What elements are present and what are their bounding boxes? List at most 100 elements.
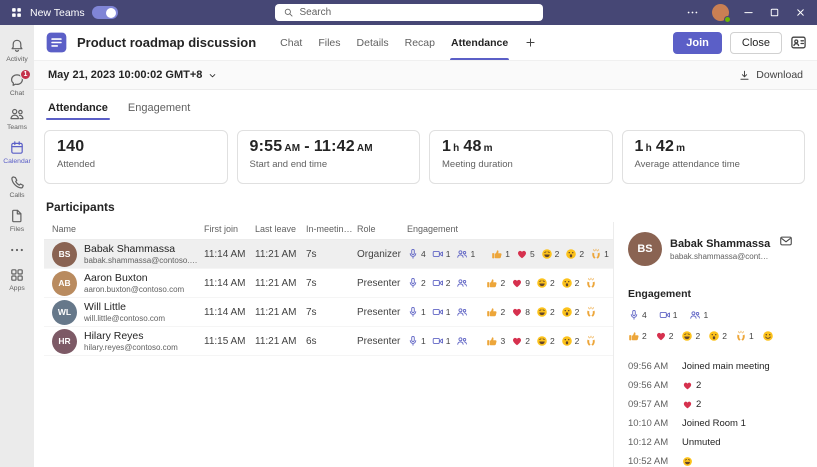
sidebar-item-files[interactable]: Files xyxy=(0,203,34,237)
download-button[interactable]: Download xyxy=(738,69,803,82)
clap-icon xyxy=(585,335,597,347)
tab-recap[interactable]: Recap xyxy=(397,25,443,60)
waffle-icon[interactable] xyxy=(10,6,23,19)
tab-chat[interactable]: Chat xyxy=(272,25,310,60)
camera-icon xyxy=(432,248,444,260)
engagement-count: 1 xyxy=(749,331,754,341)
join-button[interactable]: Join xyxy=(673,32,722,54)
engagement-cell: 113222 xyxy=(407,335,613,347)
avatar: AB xyxy=(52,271,77,296)
close-window-button[interactable] xyxy=(794,6,807,19)
column-header[interactable]: Name xyxy=(44,224,200,234)
new-teams-toggle[interactable] xyxy=(92,6,118,19)
sidebar-item-calls[interactable]: Calls xyxy=(0,169,34,203)
sidebar-item-activity[interactable]: Activity xyxy=(0,33,34,67)
engagement-stat: 2 xyxy=(681,330,700,341)
participant-name: Aaron Buxton xyxy=(84,272,184,284)
sidebar-item-teams[interactable]: Teams xyxy=(0,101,34,135)
attendance-panel-icon[interactable] xyxy=(790,34,807,51)
engagement-stat: 2 xyxy=(536,306,555,318)
participant-name: Will Little xyxy=(84,301,165,313)
sidebar-item-label: Activity xyxy=(6,56,28,63)
maximize-button[interactable] xyxy=(768,6,781,19)
laugh-icon xyxy=(541,248,553,260)
summary-card: 1h48mMeeting duration xyxy=(429,130,613,184)
engagement-count: 2 xyxy=(669,331,674,341)
timeline-entry: 09:56 AM2 xyxy=(628,380,793,391)
search-icon xyxy=(283,7,294,18)
table-row[interactable]: HRHilary Reyeshilary.reyes@contoso.com11… xyxy=(44,327,613,356)
column-header[interactable]: First join xyxy=(204,224,251,234)
mic-icon xyxy=(407,306,419,318)
table-row[interactable]: WLWill Littlewill.little@contoso.com11:1… xyxy=(44,298,613,327)
mic-icon xyxy=(628,309,640,321)
meeting-notes-icon xyxy=(46,32,67,53)
heart-icon xyxy=(655,330,667,341)
report-tab-attendance[interactable]: Attendance xyxy=(46,100,110,120)
session-date-picker[interactable]: May 21, 2023 10:00:02 GMT+8 xyxy=(48,69,218,81)
column-header[interactable]: Last leave xyxy=(255,224,302,234)
main-area: Product roadmap discussion ChatFilesDeta… xyxy=(34,25,817,467)
sidebar-item-label: Calendar xyxy=(3,158,31,165)
surprised-icon xyxy=(565,248,577,260)
column-header[interactable]: Engagement xyxy=(407,224,613,234)
user-avatar[interactable] xyxy=(712,4,729,21)
tab-attendance[interactable]: Attendance xyxy=(443,25,516,60)
sidebar-item-more[interactable] xyxy=(0,237,34,262)
files-icon xyxy=(9,208,25,224)
sidebar-item-calendar[interactable]: Calendar xyxy=(0,135,34,169)
stat-value: 1h48m xyxy=(442,138,600,156)
engagement-count: 2 xyxy=(575,307,580,317)
in-meeting-duration: 7s xyxy=(306,278,353,289)
sidebar-item-apps[interactable]: Apps xyxy=(0,262,34,296)
table-header: Name First join Last leave In-meeting... Rol… xyxy=(44,222,613,240)
participant-detail-panel: BS Babak Shammassa babak.shammassa@conto… xyxy=(613,222,805,467)
participant-email: will.little@contoso.com xyxy=(84,314,165,323)
sidebar-item-chat[interactable]: 1Chat xyxy=(0,67,34,101)
tab-details[interactable]: Details xyxy=(349,25,397,60)
engagement-count: 2 xyxy=(695,331,700,341)
table-row[interactable]: BSBabak Shammassababak.shammassa@contoso… xyxy=(44,240,613,269)
sidebar-item-label: Files xyxy=(10,226,24,233)
engagement-cell: 112822 xyxy=(407,306,613,318)
close-button[interactable]: Close xyxy=(730,32,782,54)
engagement-count: 2 xyxy=(550,307,555,317)
engagement-stat: 5 xyxy=(516,248,535,260)
engagement-stat: 8 xyxy=(511,306,530,318)
app-sidebar: Activity 1ChatTeams Calendar Calls Files Apps xyxy=(0,25,34,467)
column-header[interactable]: Role xyxy=(357,224,403,234)
sidebar-item-label: Calls xyxy=(9,192,24,199)
report-tab-engagement[interactable]: Engagement xyxy=(126,100,192,120)
engagement-count: 1 xyxy=(505,249,510,259)
titlebar: New Teams Search xyxy=(0,0,817,25)
mail-icon[interactable] xyxy=(779,234,793,248)
search-bar[interactable]: Search xyxy=(275,4,543,21)
engagement-stat: 2 xyxy=(407,277,426,289)
stat-label: Start and end time xyxy=(250,159,408,170)
detail-email: babak.shammassa@contoso.com xyxy=(670,252,771,261)
meeting-header: Product roadmap discussion ChatFilesDeta… xyxy=(34,25,817,60)
engagement-count: 2 xyxy=(421,278,426,288)
like-icon xyxy=(486,277,498,289)
avatar: HR xyxy=(52,329,77,354)
engagement-count: 1 xyxy=(421,307,426,317)
add-tab-icon[interactable] xyxy=(524,36,537,49)
engagement-stat xyxy=(585,277,599,289)
laugh-icon xyxy=(536,335,548,347)
table-row[interactable]: ABAaron Buxtonaaron.buxton@contoso.com11… xyxy=(44,269,613,298)
report-tabs: Attendance Engagement xyxy=(44,100,805,120)
detail-avatar: BS xyxy=(628,232,662,266)
heart-icon xyxy=(682,399,693,410)
engagement-count: 2 xyxy=(500,278,505,288)
engagement-cell: 41115221 xyxy=(407,248,613,260)
column-header[interactable]: In-meeting... xyxy=(306,224,353,234)
role: Presenter xyxy=(357,307,403,318)
in-meeting-duration: 7s xyxy=(306,249,353,260)
minimize-button[interactable] xyxy=(742,6,755,19)
ellipsis-icon xyxy=(9,242,25,258)
engagement-stat xyxy=(585,306,599,318)
stat-value: 140 xyxy=(57,138,215,156)
tab-files[interactable]: Files xyxy=(310,25,348,60)
engagement-count: 1 xyxy=(604,249,609,259)
titlebar-more-icon[interactable] xyxy=(686,6,699,19)
